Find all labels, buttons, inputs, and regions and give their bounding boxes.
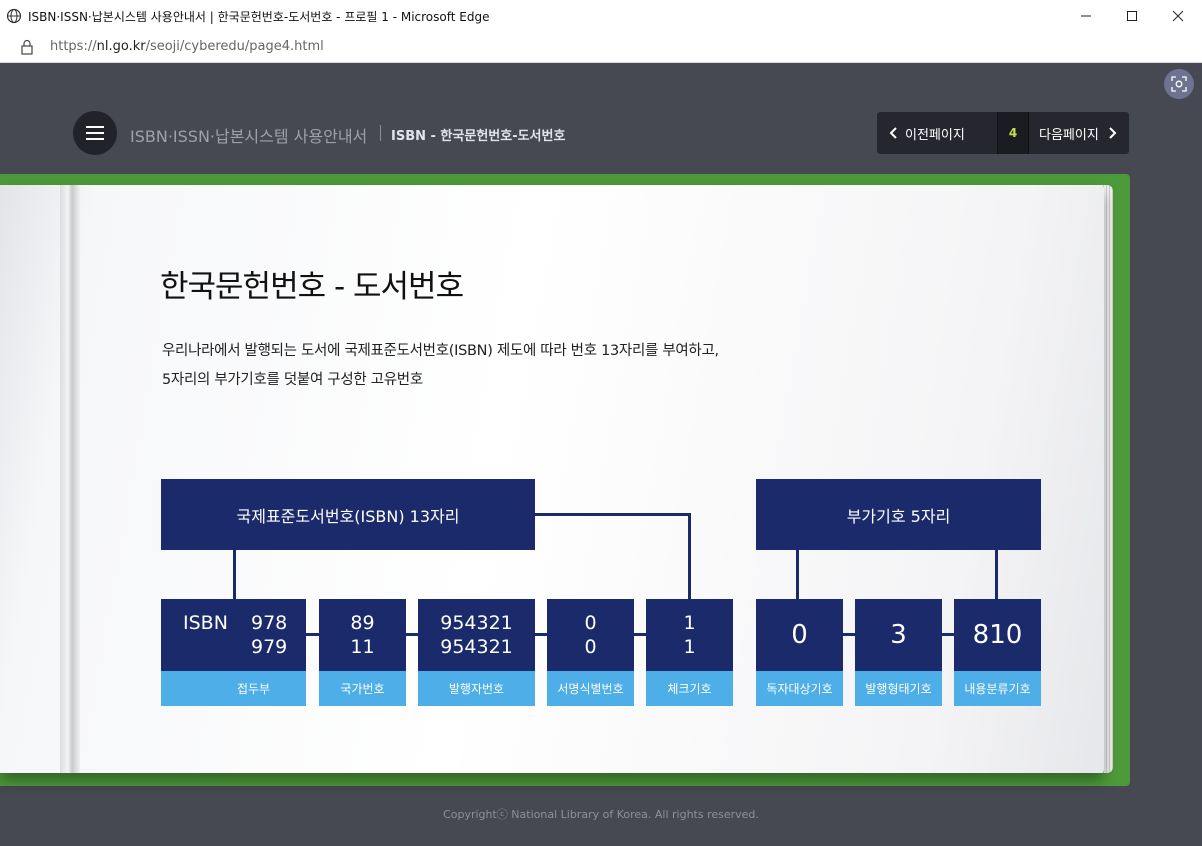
publisher-label: 발행자번호 — [418, 671, 535, 706]
lock-icon — [21, 39, 33, 55]
close-icon — [1172, 10, 1184, 22]
check-label: 체크기호 — [646, 671, 733, 706]
publisher-value-2: 954321 — [440, 636, 513, 658]
page-name: ISBN - 한국문헌번호-도서번호 — [391, 129, 566, 144]
prefix-value-2: 979 — [251, 636, 288, 658]
chevron-right-icon — [1109, 127, 1117, 139]
connector-line — [634, 633, 646, 636]
reader-value-box: 0 — [756, 599, 843, 671]
connector-line — [942, 633, 954, 636]
window-title: ISBN·ISSN·납본시스템 사용안내서 | 한국문헌번호-도서번호 - 프로… — [28, 10, 490, 24]
check-value-2: 1 — [683, 636, 696, 658]
url-scheme: https:// — [50, 39, 97, 54]
prefix-label: 접두부 — [161, 671, 306, 706]
subject-label: 내용분류기호 — [954, 671, 1041, 706]
url-text[interactable]: https://nl.go.kr/seoji/cyberedu/page4.ht… — [50, 39, 324, 54]
title-id-label: 서명식별번호 — [547, 671, 634, 706]
site-title: ISBN·ISSN·납본시스템 사용안내서 — [130, 127, 368, 146]
screenshot-icon — [1171, 76, 1187, 92]
maximize-icon — [1127, 11, 1137, 21]
format-value-box: 3 — [855, 599, 942, 671]
minimize-icon — [1081, 15, 1091, 17]
page-viewport: ISBN·ISSN·납본시스템 사용안내서 ISBN - 한국문헌번호-도서번호… — [0, 63, 1202, 846]
prefix-value-1: 978 — [251, 612, 288, 634]
country-value-2: 11 — [350, 636, 375, 658]
connector-line — [796, 550, 799, 599]
check-value-1: 1 — [683, 612, 696, 634]
connector-line — [995, 550, 998, 599]
screenshot-button[interactable] — [1164, 69, 1194, 99]
copyright-footer: Copyrightⓒ National Library of Korea. Al… — [443, 808, 759, 821]
reader-label: 독자대상기호 — [756, 671, 843, 706]
description-line-1: 우리나라에서 발행되는 도서에 국제표준도서번호(ISBN) 제도에 따라 번호… — [162, 343, 719, 359]
prefix-values: 978 979 — [251, 611, 287, 659]
country-value-box: 89 11 — [319, 599, 406, 671]
check-value-box: 1 1 — [646, 599, 733, 671]
connector-line — [406, 633, 418, 636]
publisher-value-1: 954321 — [440, 612, 513, 634]
title-id-value-box: 0 0 — [547, 599, 634, 671]
next-page-button[interactable]: 다음페이지 — [1029, 124, 1117, 143]
page-navigation: 이전페이지 4 다음페이지 — [877, 112, 1129, 154]
address-bar[interactable]: https://nl.go.kr/seoji/cyberedu/page4.ht… — [0, 32, 1202, 63]
connector-line — [535, 513, 691, 516]
globe-icon — [6, 8, 22, 24]
title-divider — [380, 125, 381, 141]
publisher-value-box: 954321 954321 — [418, 599, 535, 671]
chevron-left-icon — [889, 127, 897, 139]
url-path: /seoji/cyberedu/page4.html — [145, 39, 324, 54]
connector-line — [233, 550, 236, 599]
description-line-2: 5자리의 부가기호를 덧붙여 구성한 고유번호 — [162, 372, 423, 388]
prev-page-label: 이전페이지 — [905, 127, 965, 143]
connector-line — [688, 513, 691, 599]
title-bar: ISBN·ISSN·납본시스템 사용안내서 | 한국문헌번호-도서번호 - 프로… — [0, 0, 1202, 33]
menu-button[interactable] — [73, 111, 117, 155]
title-id-value-2: 0 — [584, 636, 597, 658]
hamburger-icon-bar — [86, 138, 104, 140]
connector-line — [843, 633, 855, 636]
prefix-value-box: ISBN 978 979 — [161, 599, 306, 671]
addon-header-box: 부가기호 5자리 — [756, 479, 1041, 550]
next-page-label: 다음페이지 — [1039, 127, 1099, 143]
format-label: 발행형태기호 — [855, 671, 942, 706]
page-heading: 한국문헌번호 - 도서번호 — [160, 269, 464, 305]
isbn-header-box: 국제표준도서번호(ISBN) 13자리 — [161, 479, 535, 550]
isbn-prefix-text: ISBN — [183, 612, 228, 634]
maximize-button[interactable] — [1109, 0, 1155, 32]
country-label: 국가번호 — [319, 671, 406, 706]
prev-page-button[interactable]: 이전페이지 — [877, 124, 985, 143]
connector-line — [306, 633, 319, 636]
description: 우리나라에서 발행되는 도서에 국제표준도서번호(ISBN) 제도에 따라 번호… — [162, 337, 719, 395]
close-button[interactable] — [1155, 0, 1201, 32]
book-spine — [60, 185, 80, 773]
minimize-button[interactable] — [1063, 0, 1109, 32]
hamburger-icon-bar — [86, 126, 104, 128]
subject-value-box: 810 — [954, 599, 1041, 671]
page-number: 4 — [997, 112, 1029, 154]
country-value-1: 89 — [350, 612, 375, 634]
connector-line — [535, 633, 547, 636]
title-id-value-1: 0 — [584, 612, 597, 634]
book-page: 한국문헌번호 - 도서번호 우리나라에서 발행되는 도서에 국제표준도서번호(I… — [0, 185, 1104, 773]
hamburger-icon-bar — [86, 132, 104, 134]
url-domain: nl.go.kr — [96, 39, 146, 54]
